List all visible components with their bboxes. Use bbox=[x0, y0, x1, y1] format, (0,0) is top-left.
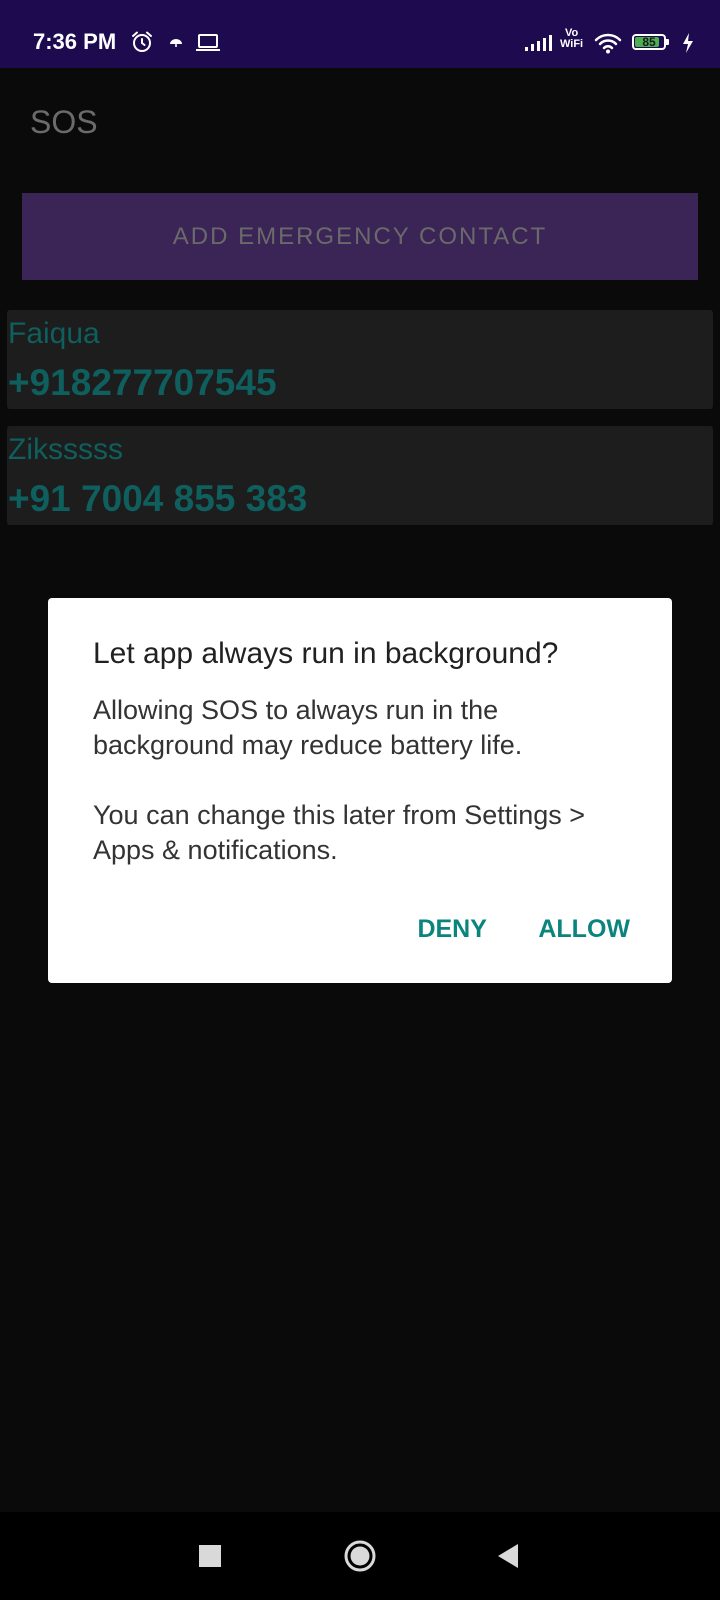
vowifi-icon: Vo WiFi bbox=[560, 28, 583, 50]
allow-button[interactable]: ALLOW bbox=[538, 911, 630, 947]
dialog-message: Allowing SOS to always run in the backgr… bbox=[93, 693, 643, 903]
dialog-message-battery: Allowing SOS to always run in the backgr… bbox=[93, 695, 523, 760]
dialog-message-settings: You can change this later from Settings … bbox=[93, 800, 586, 865]
home-button[interactable] bbox=[310, 1512, 410, 1600]
wifi-icon bbox=[594, 33, 622, 54]
alarm-icon bbox=[132, 31, 152, 52]
battery-level: 85 bbox=[642, 35, 656, 49]
contact-item[interactable]: Faiqua +918277707545 bbox=[7, 310, 713, 409]
home-icon bbox=[344, 1540, 376, 1572]
battery-nub bbox=[666, 39, 669, 45]
status-time: 7:36 PM bbox=[33, 29, 117, 54]
laptop-icon bbox=[196, 34, 220, 51]
app-title: SOS bbox=[30, 104, 98, 140]
contact-item[interactable]: Ziksssss +91 7004 855 383 bbox=[7, 426, 713, 525]
vowifi-label-bottom: WiFi bbox=[560, 38, 584, 50]
contact-phone: +91 7004 855 383 bbox=[8, 478, 308, 519]
navigation-bar bbox=[0, 1512, 720, 1600]
status-bar: 7:36 PM Vo WiFi 85 bbox=[0, 0, 720, 68]
dialog-title: Let app always run in background? bbox=[93, 637, 559, 670]
back-button[interactable] bbox=[458, 1512, 558, 1600]
back-icon bbox=[498, 1544, 518, 1568]
charging-icon bbox=[683, 33, 693, 53]
dialog-actions: DENY ALLOW bbox=[370, 911, 630, 947]
add-emergency-contact-button[interactable]: ADD EMERGENCY CONTACT bbox=[22, 193, 698, 280]
deny-button[interactable]: DENY bbox=[417, 911, 486, 947]
contact-phone: +918277707545 bbox=[8, 362, 277, 403]
battery-icon: 85 bbox=[632, 34, 666, 50]
contact-name: Ziksssss bbox=[8, 433, 123, 466]
cloud-icon bbox=[170, 39, 182, 47]
recents-button[interactable] bbox=[160, 1512, 260, 1600]
signal-icon bbox=[525, 35, 552, 51]
contact-name: Faiqua bbox=[8, 317, 100, 350]
recents-icon bbox=[199, 1545, 221, 1567]
background-permission-dialog: Let app always run in background? Allowi… bbox=[48, 598, 672, 983]
